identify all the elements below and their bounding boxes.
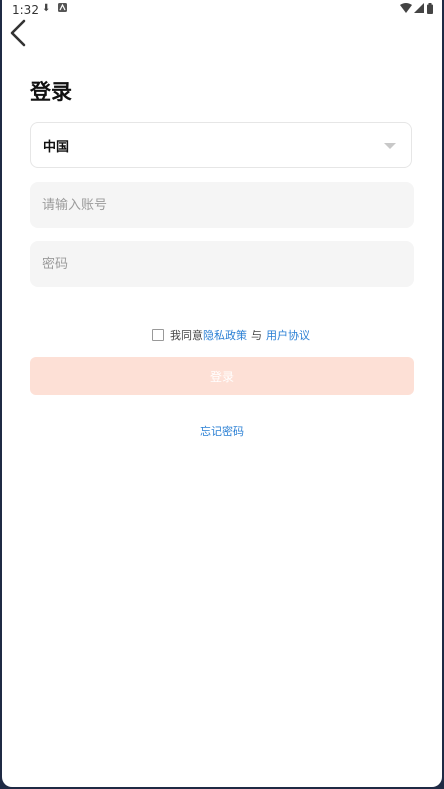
account-input[interactable]: [30, 182, 414, 228]
agreement-row: 我同意 隐私政策 与 用户协议: [152, 327, 310, 343]
password-input[interactable]: [30, 241, 414, 287]
forgot-password-label[interactable]: 忘记密码: [200, 425, 244, 438]
forgot-password-link[interactable]: 忘记密码: [2, 423, 442, 439]
app-a-icon: [58, 3, 67, 15]
chevron-left-icon: [10, 19, 26, 47]
battery-icon: [427, 3, 433, 17]
login-button[interactable]: 登录: [30, 357, 414, 395]
status-bar: 1:32 ⬇: [2, 0, 442, 20]
country-value: 中国: [43, 139, 70, 155]
user-agreement-link[interactable]: 用户协议: [266, 327, 310, 343]
status-time: 1:32: [12, 3, 39, 17]
agreement-separator: 与: [251, 329, 262, 342]
chevron-down-icon: [384, 143, 396, 149]
country-select[interactable]: 中国: [30, 122, 412, 168]
privacy-policy-link[interactable]: 隐私政策: [203, 327, 247, 343]
signal-icon: [414, 3, 424, 16]
back-button[interactable]: [6, 18, 32, 48]
page-title: 登录: [30, 80, 72, 104]
download-icon: ⬇: [42, 3, 51, 14]
wifi-icon: [400, 3, 412, 16]
agreement-prefix: 我同意: [170, 329, 203, 342]
agreement-checkbox[interactable]: [152, 329, 164, 341]
login-screen: 1:32 ⬇ 登录 中国 我同意 隐私政策 与 用户协议 登录 忘记密: [2, 0, 442, 787]
